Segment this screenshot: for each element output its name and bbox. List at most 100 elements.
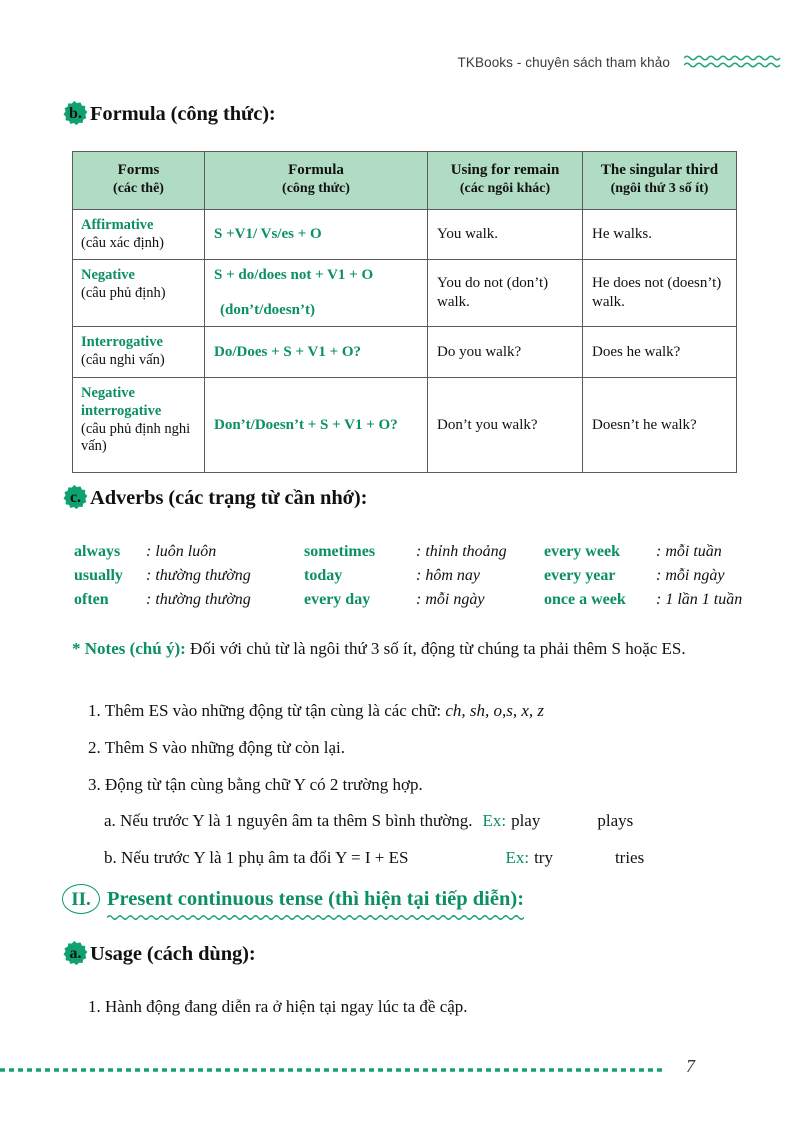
column-header-vi: (các thê): [113, 180, 164, 196]
cell-remain: You walk.: [427, 208, 583, 261]
heading-adverbs-title: Adverbs (các trạng từ cần nhớ):: [90, 487, 368, 509]
adverb-term: often: [74, 591, 109, 608]
column-header-en: Formula: [288, 162, 344, 178]
notes-item-2: 2. Thêm S vào những động từ còn lại.: [88, 738, 346, 757]
heading-section-II-text: Present continuous tense (thì hiện tại t…: [107, 887, 525, 910]
cell-form-vi: (câu phủ định nghi vấn): [81, 420, 191, 455]
cell-form-en: Negative: [81, 267, 135, 284]
adverb-meaning: : mỗi ngày: [656, 567, 725, 584]
heading-formula-title: Formula (công thức):: [90, 103, 276, 125]
column-header-en: Forms: [117, 162, 160, 178]
running-header-text: TKBooks - chuyên sách tham khảo: [457, 54, 670, 70]
cell-form-vi: (câu phủ định): [81, 285, 166, 301]
cell-third: Doesn’t he walk?: [582, 377, 737, 474]
adverb-term: once a week: [544, 591, 626, 608]
adverb-meaning: : thường thường: [146, 567, 251, 584]
notes-subitem-text: b. Nếu trước Y là 1 phụ âm ta đổi Y = I …: [104, 848, 409, 867]
adverb-term: every day: [304, 591, 371, 608]
cell-formula-main: Don’t/Doesn’t + S + V1 + O?: [214, 416, 398, 433]
cell-remain: Don’t you walk?: [427, 377, 583, 474]
column-header-forms: Forms (các thê): [72, 151, 205, 210]
cell-form-vi: (câu xác định): [81, 234, 164, 251]
cell-formula-main: S +V1/ Vs/es + O: [214, 225, 322, 242]
example-result: plays: [597, 811, 634, 830]
adverb-meaning: : thường thường: [146, 591, 251, 608]
notes-subitem-text: a. Nếu trước Y là 1 nguyên âm ta thêm S …: [104, 811, 473, 830]
badge-b-icon: b.: [62, 101, 89, 128]
adverbs-list: always : luôn luôn sometimes : thỉnh tho…: [74, 543, 742, 609]
badge-b-label: b.: [69, 105, 82, 122]
cell-form: Affirmative (câu xác định): [72, 208, 205, 261]
cell-form: Negative interrogative (câu phủ định ngh…: [72, 377, 205, 474]
badge-c-icon: c.: [62, 485, 89, 512]
notes-body: Đối với chủ từ là ngôi thứ 3 số ít, động…: [185, 639, 686, 658]
wavy-lines-icon: [684, 55, 781, 68]
column-header-singular-third: The singular third (ngôi thứ 3 số ít): [582, 151, 737, 210]
adverb-term: always: [74, 543, 121, 560]
running-header: TKBooks - chuyên sách tham khảo: [0, 48, 800, 76]
heading-usage-title: Usage (cách dùng):: [90, 943, 256, 965]
cell-form: Negative (câu phủ định): [72, 259, 205, 328]
example-label: Ex:: [505, 848, 530, 867]
table-row: Affirmative (câu xác định) S +V1/ Vs/es …: [72, 208, 737, 261]
wavy-underline-icon: [107, 914, 525, 920]
adverb-term: every year: [544, 567, 616, 584]
notes-paragraph: * Notes (chú ý): Đối với chủ từ là ngôi …: [72, 638, 752, 661]
table-row: Negative interrogative (câu phủ định ngh…: [72, 377, 737, 474]
cell-form-en: Affirmative: [81, 216, 154, 233]
notes-item-text: 1. Thêm ES vào những động từ tận cùng là…: [88, 701, 446, 720]
cell-formula: S +V1/ Vs/es + O: [204, 208, 428, 261]
cell-formula-main: Do/Does + S + V1 + O?: [214, 343, 362, 360]
cell-form-en: Interrogative: [81, 334, 163, 351]
column-header-using-for-remain: Using for remain (các ngôi khác): [427, 151, 583, 210]
cell-third: Does he walk?: [582, 326, 737, 379]
notes-subitem-b: b. Nếu trước Y là 1 phụ âm ta đổi Y = I …: [104, 848, 644, 868]
notes-item-3: 3. Động từ tận cùng bằng chữ Y có 2 trườ…: [88, 775, 423, 794]
cell-formula: Don’t/Doesn’t + S + V1 + O?: [204, 377, 428, 474]
notes-label: * Notes (chú ý):: [72, 639, 186, 658]
badge-c-label: c.: [69, 489, 82, 506]
badge-a-label: a.: [69, 945, 82, 962]
table-row: Negative (câu phủ định) S + do/does not …: [72, 259, 737, 328]
badge-a-icon: a.: [62, 941, 89, 968]
cell-third: He does not (doesn’t) walk.: [582, 259, 737, 328]
example-result: tries: [614, 848, 645, 867]
heading-adverbs: c. Adverbs (các trạng từ cần nhớ):: [62, 485, 367, 512]
adverb-term: every week: [544, 543, 620, 560]
cell-formula-main: S + do/does not + V1 + O: [214, 267, 374, 284]
cell-formula: S + do/does not + V1 + O (don’t/doesn’t): [204, 259, 428, 328]
column-header-en: Using for remain: [450, 162, 560, 178]
example-base: play: [511, 811, 541, 830]
cell-form: Interrogative (câu nghi vấn): [72, 326, 205, 379]
heading-usage: a. Usage (cách dùng):: [62, 941, 256, 968]
formula-table: Forms (các thê) Formula (công thức) Usin…: [72, 151, 737, 474]
heading-formula: b. Formula (công thức):: [62, 101, 276, 128]
heading-section-II-title: Present continuous tense (thì hiện tại t…: [107, 887, 525, 920]
column-header-formula: Formula (công thức): [204, 151, 428, 210]
column-header-en: The singular third: [600, 162, 719, 178]
adverb-meaning: : mỗi tuần: [656, 543, 722, 560]
cell-remain: You do not (don’t) walk.: [427, 259, 583, 328]
adverb-meaning: : mỗi ngày: [416, 591, 485, 608]
notes-subitem-a: a. Nếu trước Y là 1 nguyên âm ta thêm S …: [104, 811, 633, 831]
example-label: Ex:: [482, 811, 507, 830]
footer-divider: [0, 1068, 663, 1072]
cell-formula: Do/Does + S + V1 + O?: [204, 326, 428, 379]
adverb-meaning: : hôm nay: [416, 567, 480, 584]
cell-form-en: Negative interrogative: [81, 385, 162, 419]
table-header-row: Forms (các thê) Formula (công thức) Usin…: [72, 151, 737, 210]
adverb-meaning: : thỉnh thoảng: [416, 543, 507, 560]
column-header-vi: (ngôi thứ 3 số ít): [610, 180, 709, 196]
column-header-vi: (công thức): [282, 180, 350, 196]
notes-item-italic: ch, sh, o,s, x, z: [445, 701, 545, 720]
adverb-meaning: : luôn luôn: [146, 543, 217, 560]
cell-formula-sub: (don’t/doesn’t): [220, 301, 316, 318]
example-base: try: [534, 848, 553, 867]
cell-form-vi: (câu nghi vấn): [81, 352, 165, 368]
notes-item-1: 1. Thêm ES vào những động từ tận cùng là…: [88, 700, 544, 723]
adverb-term: usually: [74, 567, 123, 584]
cell-third: He walks.: [582, 208, 737, 261]
roman-numeral-label: II.: [71, 888, 91, 910]
page-number: 7: [686, 1056, 695, 1076]
table-row: Interrogative (câu nghi vấn) Do/Does + S…: [72, 326, 737, 379]
